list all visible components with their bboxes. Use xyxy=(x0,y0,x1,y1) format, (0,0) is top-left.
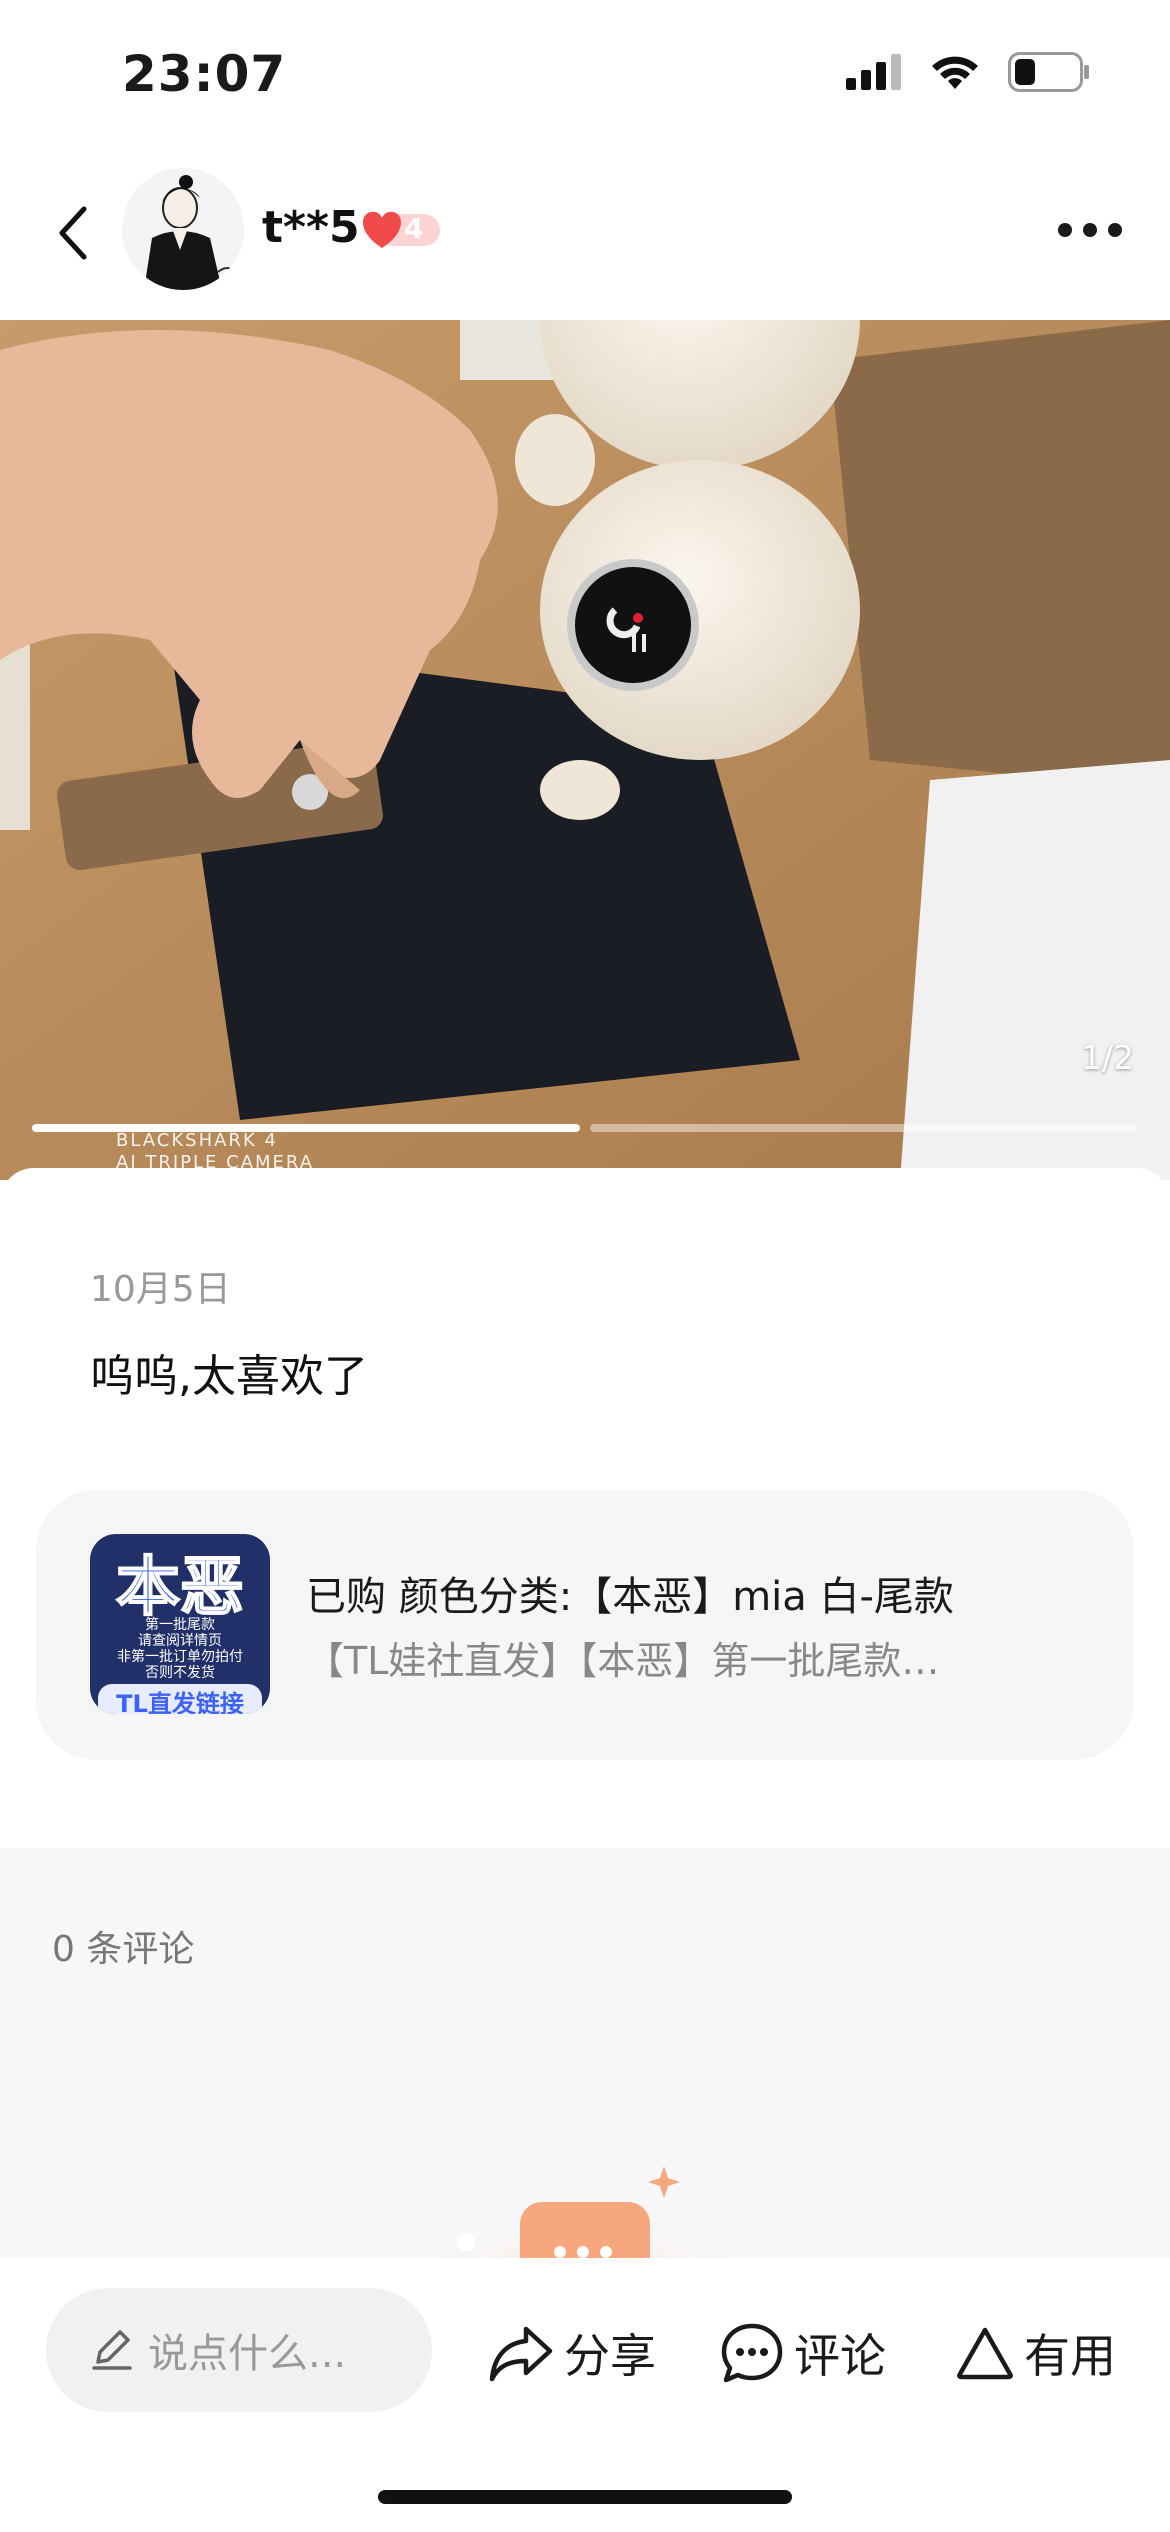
status-time: 23:07 xyxy=(122,45,287,103)
comment-label: 评论 xyxy=(794,2329,886,2383)
triangle-icon xyxy=(957,2327,1013,2380)
more-dots-icon xyxy=(1058,223,1072,237)
post-date: 10月5日 xyxy=(90,1269,231,1310)
product-variant: 已购 颜色分类:【本恶】mia 白-尾款 xyxy=(306,1574,954,1620)
thumb-line-4: 否则不发货 xyxy=(145,1665,215,1681)
home-indicator xyxy=(378,2490,792,2504)
comment-input[interactable]: 说点什么... xyxy=(46,2288,432,2412)
more-button[interactable] xyxy=(1058,210,1122,250)
username[interactable]: t**5 xyxy=(262,202,360,253)
product-card[interactable]: 本恶 第一批尾款 请查阅详情页 非第一批订单勿拍付 否则不发货 TL直发链接 已… xyxy=(36,1490,1134,1760)
chat-bubble-icon xyxy=(721,2323,783,2383)
signal-icon xyxy=(846,54,901,90)
chevron-left-icon xyxy=(59,206,87,260)
back-button[interactable] xyxy=(48,198,98,268)
share-label: 分享 xyxy=(564,2329,656,2383)
photo-image xyxy=(0,320,1170,1180)
post-text: 呜呜,太喜欢了 xyxy=(90,1351,368,1402)
avatar-illustration xyxy=(122,168,244,290)
useful-label: 有用 xyxy=(1024,2329,1116,2383)
level-number: 4 xyxy=(404,212,424,245)
share-button[interactable]: 分享 xyxy=(488,2308,656,2398)
photo-counter: 1/2 xyxy=(1080,1038,1134,1077)
comment-input-placeholder: 说点什么... xyxy=(148,2331,347,2377)
post-content: 10月5日 呜呜,太喜欢了 本恶 第一批尾款 请查阅详情页 非第一批订单勿拍付 … xyxy=(0,1168,1170,1848)
battery-icon xyxy=(1008,52,1089,92)
post-header: t**5 4 xyxy=(0,150,1170,320)
avatar[interactable] xyxy=(122,168,244,290)
empty-comments-icon xyxy=(427,2166,740,2258)
comments-count: 0 条评论 xyxy=(52,1929,195,1970)
heart-icon xyxy=(363,211,440,248)
level-badge: 4 xyxy=(360,208,442,250)
product-title: 【TL娃社直发】【本恶】第一批尾款… xyxy=(306,1639,940,1683)
pencil-icon xyxy=(90,2328,134,2372)
product-thumbnail: 本恶 第一批尾款 请查阅详情页 非第一批订单勿拍付 否则不发货 TL直发链接 xyxy=(90,1534,270,1714)
wifi-icon xyxy=(932,56,978,89)
post-photo[interactable]: 1/2 BLACKSHARK 4 AI TRIPLE CAMERA xyxy=(0,320,1170,1180)
status-icons xyxy=(846,52,1090,92)
comment-button[interactable]: 评论 xyxy=(720,2308,886,2398)
comments-section: 0 条评论 xyxy=(0,1848,1170,2258)
share-arrow-icon xyxy=(489,2326,553,2382)
status-bar: 23:07 xyxy=(0,0,1170,150)
useful-button[interactable]: 有用 xyxy=(956,2308,1116,2398)
thumb-bottom-text: TL直发链接 xyxy=(98,1684,262,1714)
progress-segment-2 xyxy=(590,1124,1138,1132)
